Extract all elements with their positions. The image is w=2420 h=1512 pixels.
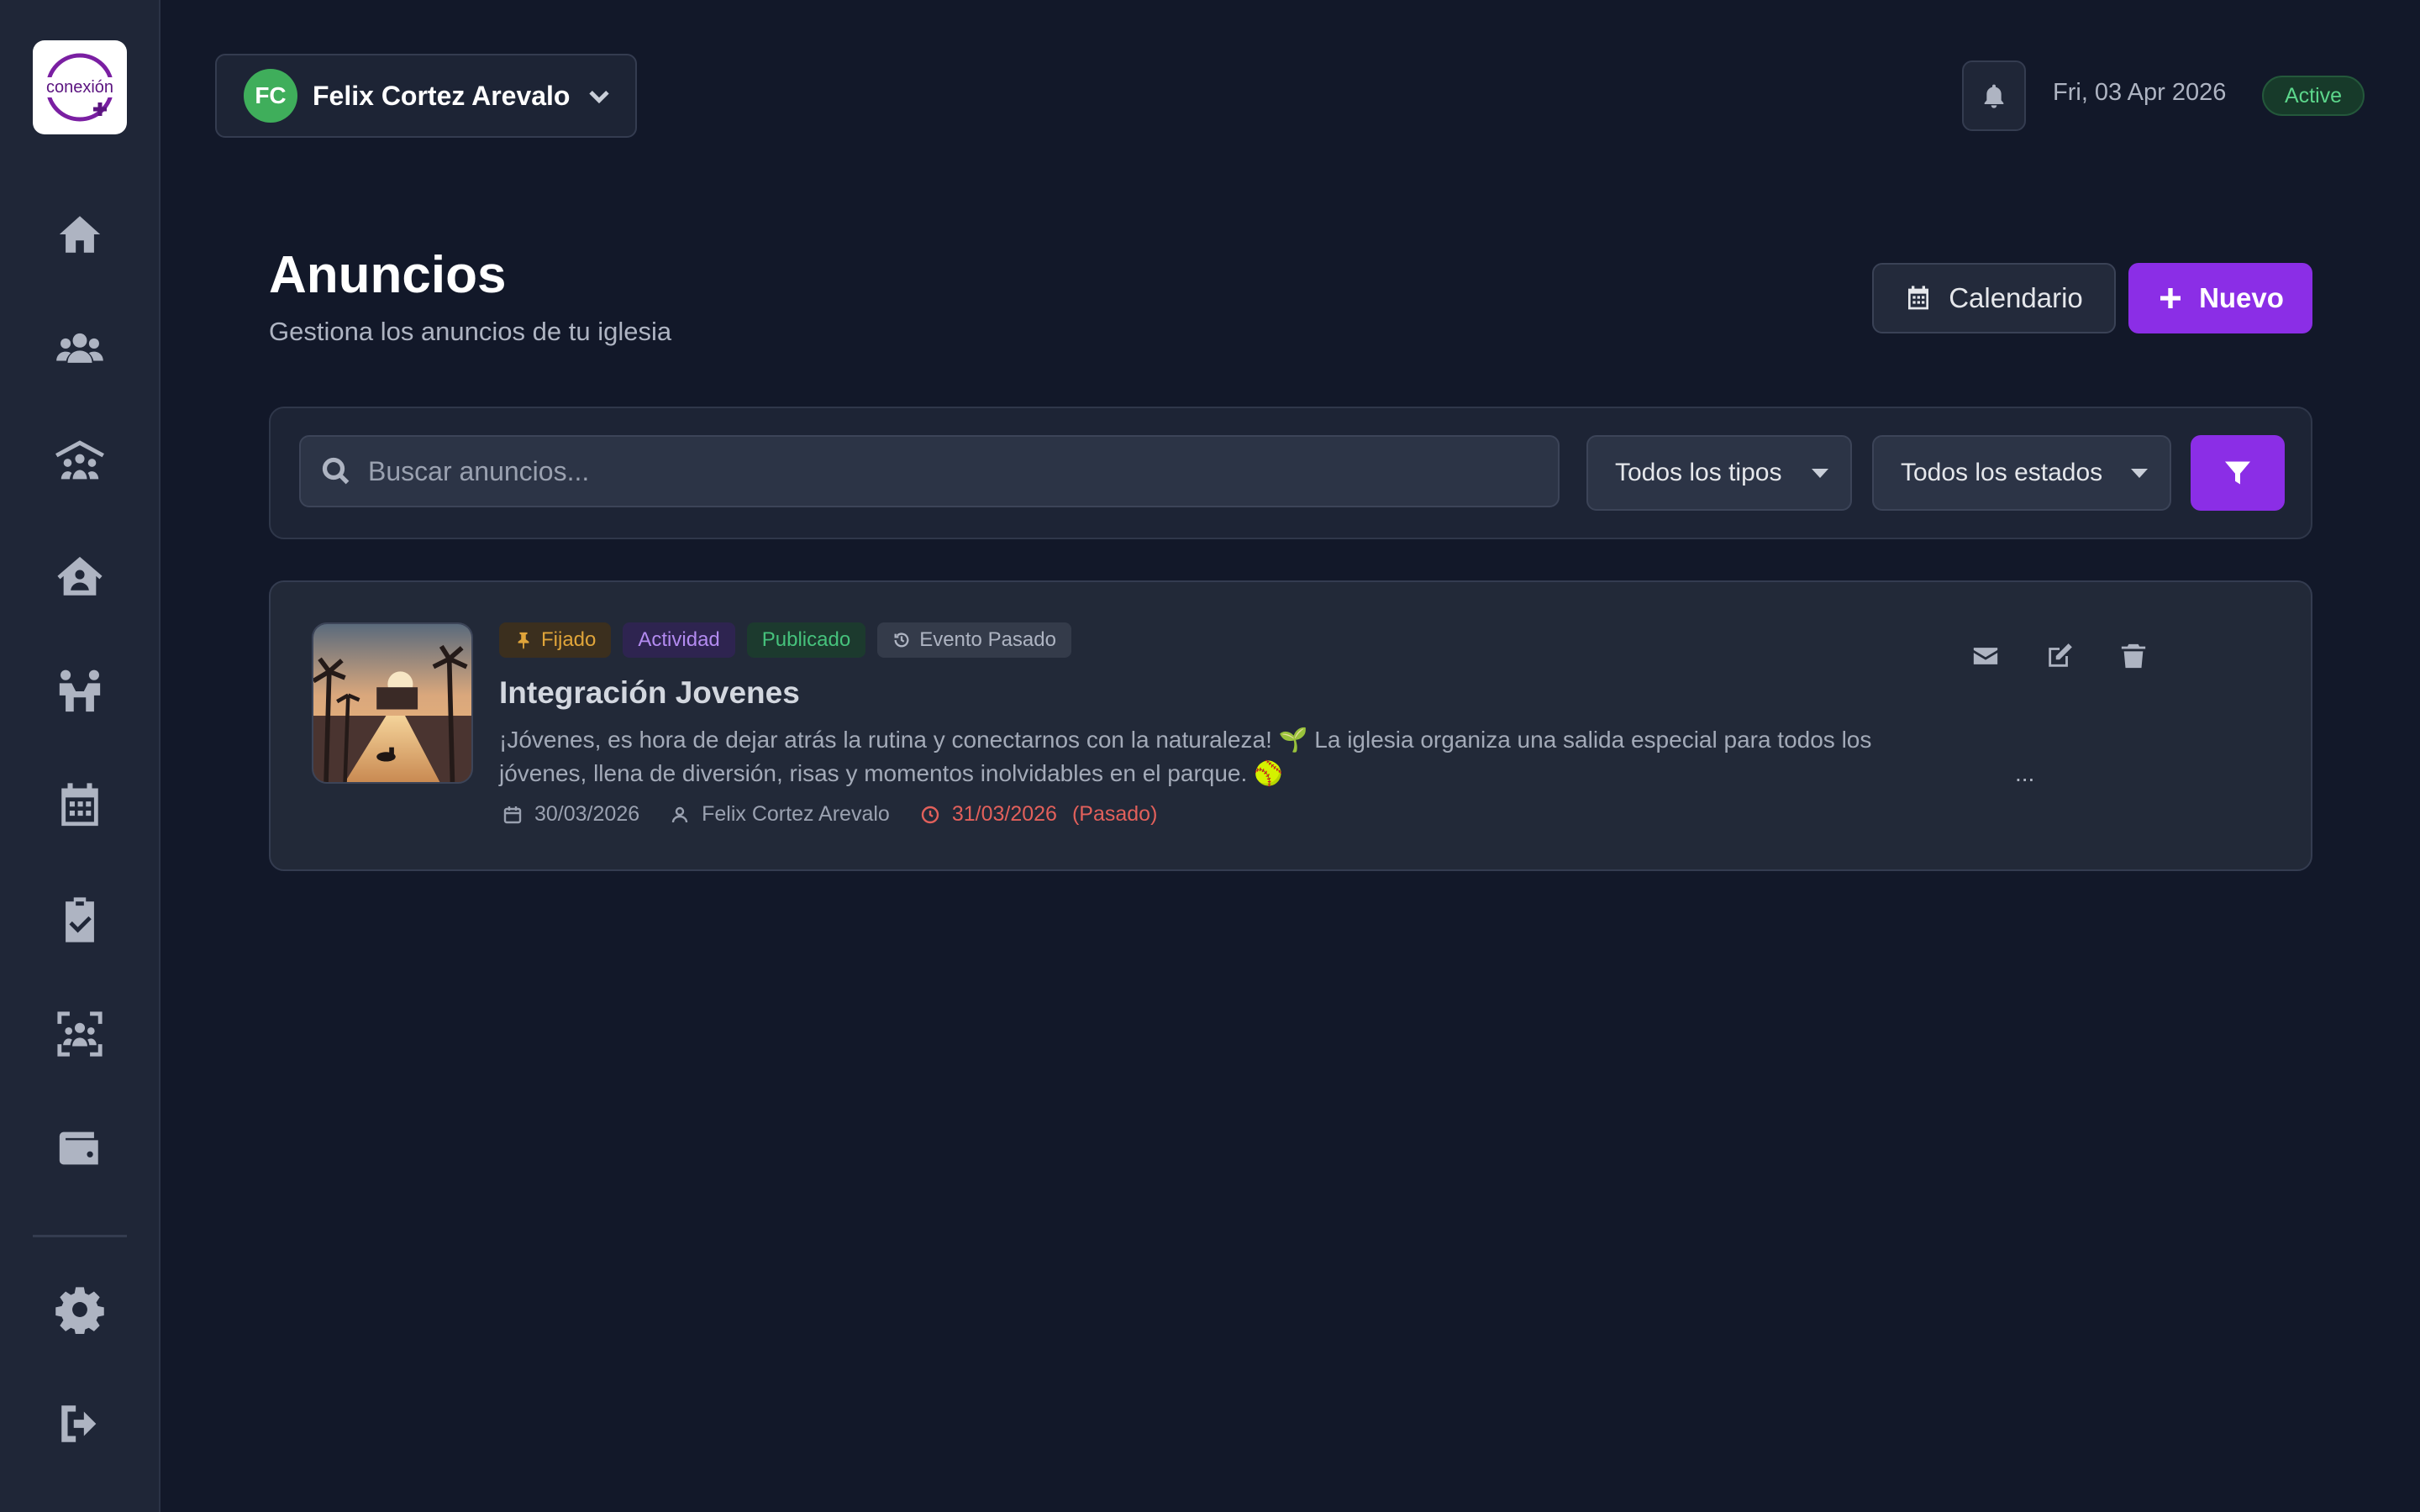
sidebar-item-groups[interactable] <box>51 663 108 720</box>
type-badge: Actividad <box>623 622 735 658</box>
bell-icon <box>1984 84 2004 108</box>
event-state: (Pasado) <box>1071 802 1158 826</box>
announcement-meta: 30/03/2026 Felix Cortez Arevalo 31/03/20… <box>502 802 1187 827</box>
new-button-label: Nuevo <box>2199 282 2284 313</box>
calendar-icon <box>1908 286 1929 310</box>
sidebar-item-logout[interactable] <box>51 1395 108 1452</box>
clock-icon <box>921 806 939 823</box>
edit-icon <box>2049 643 2072 667</box>
caret-down-icon <box>1812 469 1828 478</box>
notifications-button[interactable] <box>1962 60 2026 131</box>
type-filter-value: Todos los tipos <box>1615 459 1782 486</box>
pinned-badge: Fijado <box>499 622 612 658</box>
status-filter-value: Todos los estados <box>1901 459 2103 486</box>
svg-text:conexión: conexión <box>46 78 113 97</box>
announcement-card[interactable]: Fijado Actividad Publicado Evento Pasado… <box>269 580 2312 871</box>
user-icon <box>671 806 688 822</box>
calendar-icon <box>61 783 98 827</box>
search-box[interactable] <box>299 435 1560 507</box>
created-date-value: 30/03/2026 <box>534 802 640 826</box>
sidebar-item-home[interactable] <box>51 206 108 263</box>
announcement-thumbnail[interactable] <box>312 622 473 784</box>
past-event-badge-label: Evento Pasado <box>919 628 1056 651</box>
wallet-icon <box>59 1131 98 1165</box>
type-filter-select[interactable]: Todos los tipos <box>1586 435 1852 511</box>
conexion-logo-icon: conexión <box>45 53 115 122</box>
sidebar-item-calendar[interactable] <box>51 777 108 834</box>
sidebar-item-settings[interactable] <box>51 1281 108 1338</box>
trash-icon <box>2121 643 2146 669</box>
history-icon <box>894 633 909 648</box>
plus-icon <box>2160 288 2181 308</box>
user-name: Felix Cortez Arevalo <box>313 80 571 111</box>
send-email-button[interactable] <box>1962 633 2009 680</box>
sidebar-item-tasks[interactable] <box>51 891 108 948</box>
calendar-button[interactable]: Calendario <box>1872 263 2116 333</box>
people-group-icon <box>59 669 101 712</box>
current-date: Fri, 03 Apr 2026 <box>2053 79 2227 106</box>
announcement-title[interactable]: Integración Jovenes <box>499 675 800 711</box>
filter-icon <box>2225 461 2250 485</box>
event-date: 31/03/2026 (Pasado) <box>920 802 1158 827</box>
users-icon <box>56 333 103 363</box>
pinned-badge-label: Fijado <box>541 628 597 651</box>
sidebar-item-congregations[interactable] <box>51 434 108 491</box>
description-line: ¡Jóvenes, es hora de dejar atrás la ruti… <box>499 727 1872 753</box>
delete-button[interactable] <box>2110 633 2157 680</box>
face-scan-icon <box>57 1011 103 1057</box>
sidebar-divider <box>33 1235 127 1237</box>
app-logo[interactable]: conexión <box>33 40 127 134</box>
sidebar-item-attendance[interactable] <box>51 1005 108 1063</box>
search-input[interactable] <box>368 455 1558 487</box>
sunset-image <box>313 624 471 782</box>
created-date: 30/03/2026 <box>502 802 639 827</box>
announcement-badges: Fijado Actividad Publicado Evento Pasado <box>499 622 1071 658</box>
house-user-icon <box>57 556 103 596</box>
chevron-down-icon <box>585 81 613 110</box>
sidebar-item-church[interactable] <box>51 549 108 606</box>
filter-panel: Todos los tipos Todos los estados <box>269 407 2312 539</box>
page-title: Anuncios <box>269 246 507 304</box>
gear-icon <box>55 1287 104 1334</box>
status-badge: Active <box>2262 76 2365 116</box>
calendar-button-label: Calendario <box>1949 282 2083 313</box>
avatar: FC <box>244 69 297 123</box>
description-line: jóvenes, llena de diversión, risas y mom… <box>499 760 1283 786</box>
search-icon <box>322 457 350 485</box>
calendar-outline-icon <box>503 806 522 823</box>
announcement-description: ¡Jóvenes, es hora de dejar atrás la ruti… <box>499 723 1978 790</box>
page-subtitle: Gestiona los anuncios de tu iglesia <box>269 317 672 346</box>
status-filter-select[interactable]: Todos los estados <box>1872 435 2171 511</box>
status-badge: Publicado <box>746 622 866 658</box>
read-more-ellipsis[interactable]: ... <box>2015 760 2034 787</box>
clipboard-check-icon <box>66 897 94 942</box>
home-icon <box>59 216 101 253</box>
user-switcher[interactable]: FC Felix Cortez Arevalo <box>215 54 637 138</box>
caret-down-icon <box>2131 469 2148 478</box>
new-announcement-button[interactable]: Nuevo <box>2128 263 2312 333</box>
edit-button[interactable] <box>2036 633 2083 680</box>
envelope-icon <box>1973 648 1998 664</box>
apply-filter-button[interactable] <box>2191 435 2285 511</box>
author: Felix Cortez Arevalo <box>670 802 890 827</box>
past-event-badge: Evento Pasado <box>877 622 1071 658</box>
event-date-value: 31/03/2026 <box>951 802 1057 826</box>
logout-icon <box>61 1405 97 1442</box>
sidebar-item-finances[interactable] <box>51 1120 108 1177</box>
thumbtack-icon <box>518 632 529 649</box>
sidebar-item-members[interactable] <box>51 320 108 377</box>
author-name: Felix Cortez Arevalo <box>702 802 890 826</box>
sidebar: conexión <box>0 0 160 1512</box>
people-roof-icon <box>55 440 104 480</box>
